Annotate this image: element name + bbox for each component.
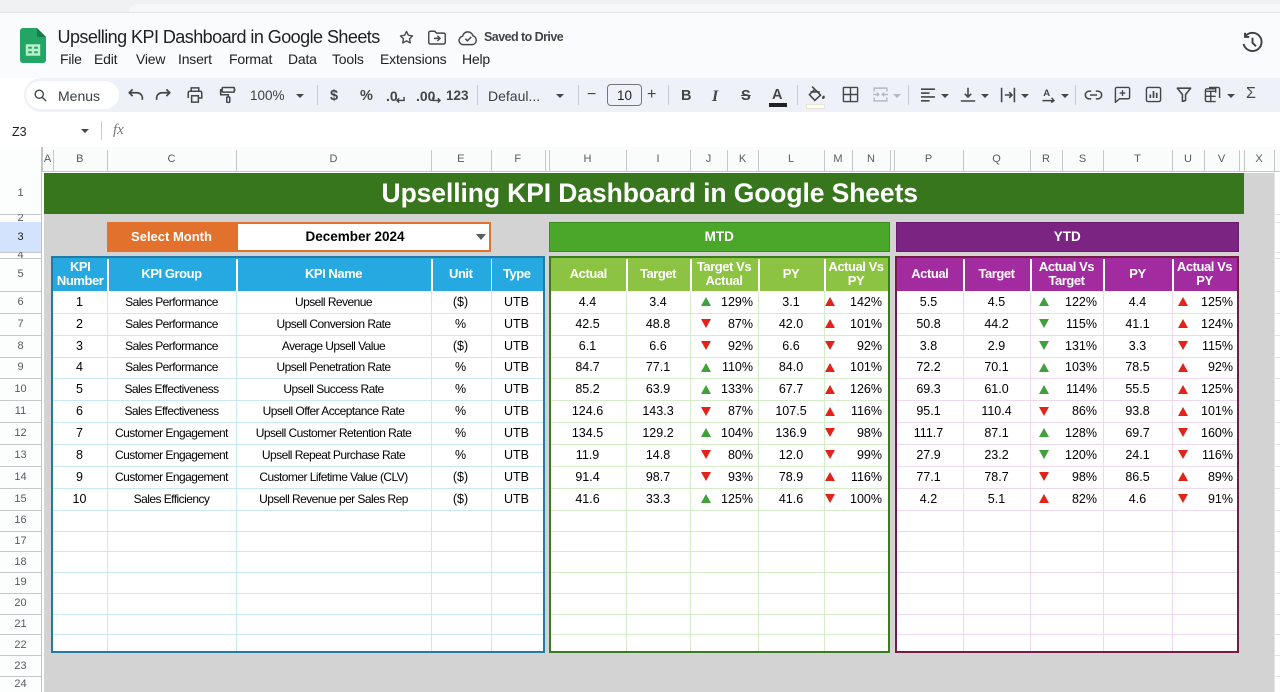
svg-text:A: A	[1043, 88, 1050, 99]
